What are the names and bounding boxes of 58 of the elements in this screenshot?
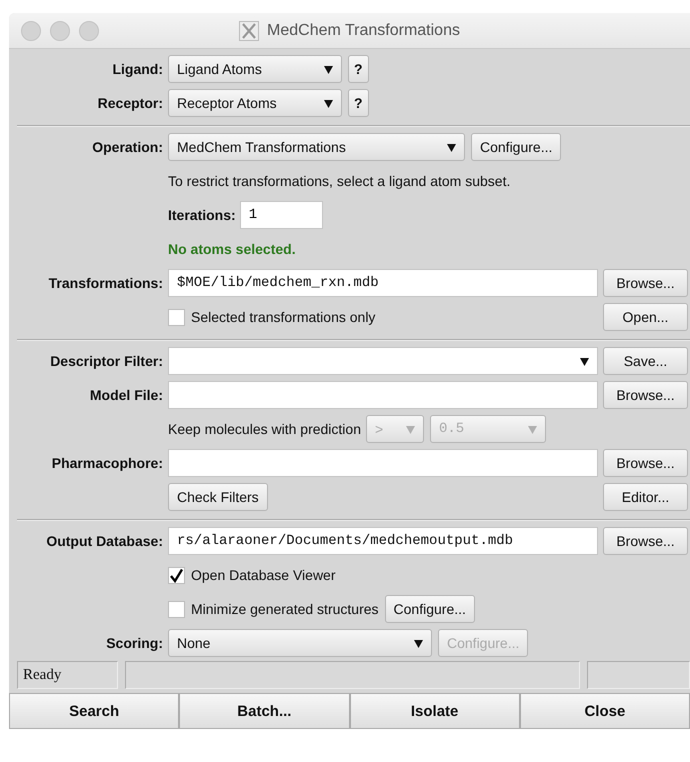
operation-dropdown[interactable]: MedChem Transformations — [168, 133, 465, 161]
field-label: Model File: — [90, 387, 163, 403]
descriptor-filter-dropdown[interactable] — [168, 347, 598, 375]
status-text: Ready — [17, 661, 118, 689]
window-control-button[interactable] — [79, 20, 99, 40]
model-file-field[interactable] — [168, 381, 598, 409]
help-button[interactable]: ? — [348, 89, 369, 117]
caret-icon — [580, 356, 589, 366]
pharmacophore-field[interactable] — [168, 449, 598, 477]
configure-button[interactable]: Configure... — [384, 595, 475, 623]
browse-button[interactable]: Browse... — [603, 381, 688, 409]
ligand-dropdown[interactable]: Ligand Atoms — [168, 55, 342, 83]
receptor-dropdown[interactable]: Receptor Atoms — [168, 89, 342, 117]
field-label: Operation: — [92, 139, 163, 155]
help-button[interactable]: ? — [348, 55, 369, 83]
browse-button[interactable]: Browse... — [603, 527, 688, 555]
checkbox[interactable] — [168, 308, 185, 326]
window-control-button[interactable] — [21, 20, 41, 40]
browse-button[interactable]: Browse... — [603, 449, 688, 477]
browse-button[interactable]: Browse... — [603, 269, 688, 297]
iterations-field[interactable]: 1 — [240, 201, 323, 229]
field-label: Ligand: — [112, 61, 163, 77]
caret-icon — [447, 142, 456, 152]
checkbox[interactable] — [168, 600, 185, 618]
scoring-dropdown[interactable]: None — [168, 629, 432, 657]
open-button[interactable]: Open... — [603, 303, 688, 331]
field-label: Output Database: — [46, 533, 163, 549]
field-label: Pharmacophore: — [52, 455, 163, 471]
dialog-button[interactable]: Batch... — [179, 693, 350, 729]
transformations-field[interactable]: $MOE/lib/medchem_rxn.mdb — [168, 269, 598, 297]
dialog-button[interactable]: Isolate — [350, 693, 520, 729]
window-title: MedChem Transformations — [267, 22, 460, 40]
caret-icon — [414, 638, 423, 648]
caret-icon — [528, 424, 537, 434]
checkbox-label: Minimize generated structures — [191, 601, 379, 617]
window-icon — [239, 20, 260, 40]
caret-icon — [406, 424, 415, 434]
check-filters-button[interactable]: Check Filters — [168, 483, 268, 511]
field-label: Descriptor Filter: — [50, 353, 163, 369]
output-database-field[interactable]: rs/alaraoner/Documents/medchemoutput.mdb — [168, 527, 598, 555]
window-control-button[interactable] — [50, 20, 70, 40]
caret-icon — [324, 64, 333, 74]
field-label: Receptor: — [98, 95, 163, 111]
field-label: Iterations: — [168, 207, 236, 223]
save-button[interactable]: Save... — [603, 347, 688, 375]
checkbox-label: Selected transformations only — [191, 309, 376, 325]
selection-status: No atoms selected. — [168, 241, 296, 257]
checkbox[interactable] — [168, 566, 185, 584]
field-label: Scoring: — [106, 635, 163, 651]
dialog-button[interactable]: Search — [9, 693, 180, 729]
caret-icon — [324, 98, 333, 108]
field-label: Transformations: — [48, 275, 163, 291]
dialog-button[interactable]: Close — [520, 693, 690, 729]
checkbox-label: Open Database Viewer — [191, 567, 336, 583]
editor-button[interactable]: Editor... — [603, 483, 688, 511]
keep-label: Keep molecules with prediction — [168, 421, 361, 437]
configure-button[interactable]: Configure... — [471, 133, 562, 161]
hint-text: To restrict transformations, select a ligand atom subset. — [168, 173, 510, 189]
